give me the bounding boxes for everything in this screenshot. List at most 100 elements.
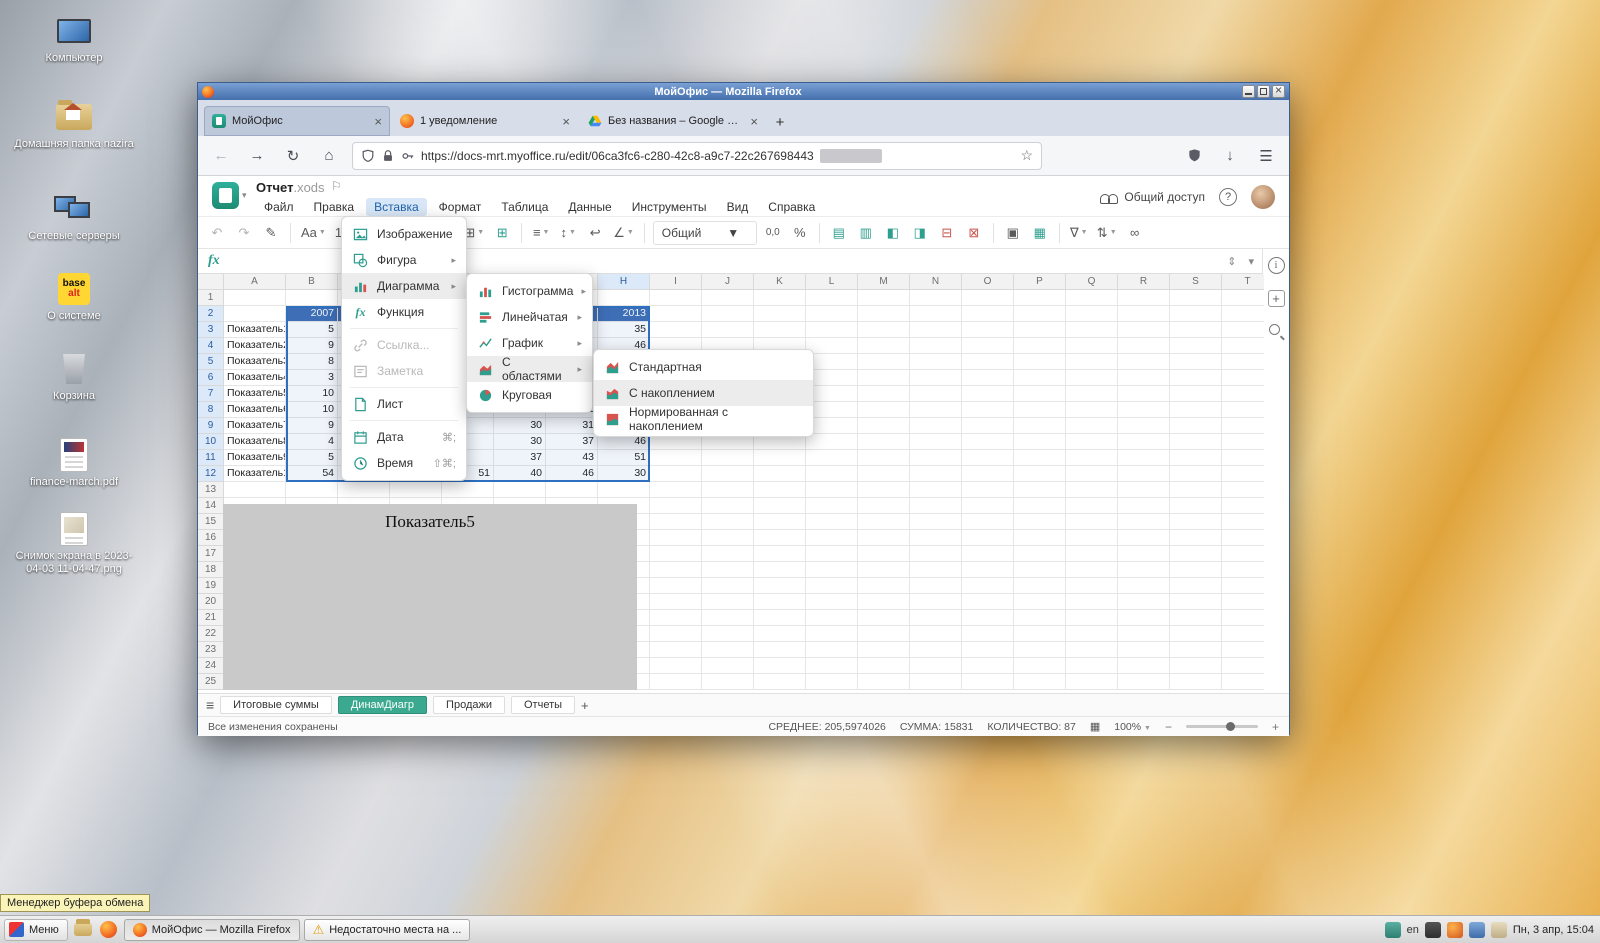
cell-T4[interactable] bbox=[1222, 338, 1264, 354]
cell-T16[interactable] bbox=[1222, 530, 1264, 546]
insert-column-left-button[interactable] bbox=[882, 221, 904, 245]
cell-Q11[interactable] bbox=[1066, 450, 1118, 466]
fx-icon[interactable]: fx bbox=[208, 253, 220, 269]
menu-item-time[interactable]: Время ⇧⌘; bbox=[342, 450, 466, 476]
menu-item-area-stacked[interactable]: С накоплением bbox=[594, 380, 813, 406]
cell-N18[interactable] bbox=[910, 562, 962, 578]
cell-N6[interactable] bbox=[910, 370, 962, 386]
cell-R19[interactable] bbox=[1118, 578, 1170, 594]
cell-C13[interactable] bbox=[338, 482, 390, 498]
cell-H11[interactable]: 51 bbox=[598, 450, 650, 466]
desktop-icon-network-servers[interactable]: Сетевые серверы bbox=[8, 192, 140, 243]
cell-M16[interactable] bbox=[858, 530, 910, 546]
cell-B8[interactable]: 10 bbox=[286, 402, 338, 418]
maximize-button[interactable] bbox=[1257, 85, 1270, 98]
firefox-launcher[interactable] bbox=[98, 919, 120, 941]
cell-N11[interactable] bbox=[910, 450, 962, 466]
cell-Q18[interactable] bbox=[1066, 562, 1118, 578]
cell-T21[interactable] bbox=[1222, 610, 1264, 626]
url-bar[interactable]: https://docs-mrt.myoffice.ru/edit/06ca3f… bbox=[352, 142, 1042, 170]
cell-T9[interactable] bbox=[1222, 418, 1264, 434]
cell-B2[interactable]: 2007 bbox=[286, 306, 338, 322]
cell-R15[interactable] bbox=[1118, 514, 1170, 530]
cell-O23[interactable] bbox=[962, 642, 1014, 658]
cell-T8[interactable] bbox=[1222, 402, 1264, 418]
cell-L18[interactable] bbox=[806, 562, 858, 578]
cell-R13[interactable] bbox=[1118, 482, 1170, 498]
cell-M19[interactable] bbox=[858, 578, 910, 594]
cell-N20[interactable] bbox=[910, 594, 962, 610]
cell-T5[interactable] bbox=[1222, 354, 1264, 370]
cell-R6[interactable] bbox=[1118, 370, 1170, 386]
avatar[interactable] bbox=[1251, 185, 1275, 209]
cell-L11[interactable] bbox=[806, 450, 858, 466]
cell-P18[interactable] bbox=[1014, 562, 1066, 578]
cell-P12[interactable] bbox=[1014, 466, 1066, 482]
cell-Q16[interactable] bbox=[1066, 530, 1118, 546]
cell-S9[interactable] bbox=[1170, 418, 1222, 434]
cell-A13[interactable] bbox=[224, 482, 286, 498]
cell-P15[interactable] bbox=[1014, 514, 1066, 530]
cell-O22[interactable] bbox=[962, 626, 1014, 642]
undo-button[interactable] bbox=[206, 221, 228, 245]
menu-data[interactable]: Данные bbox=[560, 198, 619, 216]
cell-L23[interactable] bbox=[806, 642, 858, 658]
cell-P6[interactable] bbox=[1014, 370, 1066, 386]
decimal-style-button[interactable] bbox=[762, 221, 784, 245]
column-header-Q[interactable]: Q bbox=[1066, 274, 1118, 290]
cell-J23[interactable] bbox=[702, 642, 754, 658]
cell-S20[interactable] bbox=[1170, 594, 1222, 610]
font-family-dropdown[interactable]: Aa▼ bbox=[299, 221, 328, 245]
cell-S14[interactable] bbox=[1170, 498, 1222, 514]
cell-I20[interactable] bbox=[650, 594, 702, 610]
cell-L19[interactable] bbox=[806, 578, 858, 594]
tray-keyboard-icon[interactable] bbox=[1425, 922, 1441, 938]
cell-R8[interactable] bbox=[1118, 402, 1170, 418]
cell-O6[interactable] bbox=[962, 370, 1014, 386]
cell-J21[interactable] bbox=[702, 610, 754, 626]
chart-placeholder[interactable]: Показатель5 bbox=[223, 504, 637, 690]
freeze-panes-button[interactable] bbox=[1002, 221, 1024, 245]
cell-J25[interactable] bbox=[702, 674, 754, 690]
cell-Q4[interactable] bbox=[1066, 338, 1118, 354]
cell-S5[interactable] bbox=[1170, 354, 1222, 370]
cell-K25[interactable] bbox=[754, 674, 806, 690]
number-format-dropdown[interactable]: Общий▼ bbox=[653, 221, 757, 245]
cell-J24[interactable] bbox=[702, 658, 754, 674]
row-header-17[interactable]: 17 bbox=[198, 546, 224, 562]
desktop-icon-trash[interactable]: Корзина bbox=[8, 352, 140, 403]
cell-N3[interactable] bbox=[910, 322, 962, 338]
cell-I2[interactable] bbox=[650, 306, 702, 322]
cell-J13[interactable] bbox=[702, 482, 754, 498]
cell-M5[interactable] bbox=[858, 354, 910, 370]
cell-B10[interactable]: 4 bbox=[286, 434, 338, 450]
cell-K24[interactable] bbox=[754, 658, 806, 674]
close-button[interactable] bbox=[1272, 85, 1285, 98]
cell-P19[interactable] bbox=[1014, 578, 1066, 594]
cell-T15[interactable] bbox=[1222, 514, 1264, 530]
row-header-21[interactable]: 21 bbox=[198, 610, 224, 626]
cell-R18[interactable] bbox=[1118, 562, 1170, 578]
tab-close-icon[interactable] bbox=[374, 114, 382, 129]
cell-M25[interactable] bbox=[858, 674, 910, 690]
sheet-tab-sales[interactable]: Продажи bbox=[433, 696, 505, 714]
column-header-N[interactable]: N bbox=[910, 274, 962, 290]
text-orientation-button[interactable]: ▼ bbox=[611, 221, 636, 245]
menu-item-function[interactable]: Функция bbox=[342, 299, 466, 325]
row-header-9[interactable]: 9 bbox=[198, 418, 224, 434]
row-header-1[interactable]: 1 bbox=[198, 290, 224, 306]
sheet-tab-reports[interactable]: Отчеты bbox=[511, 696, 575, 714]
forward-icon[interactable]: → bbox=[244, 143, 270, 169]
cell-I11[interactable] bbox=[650, 450, 702, 466]
cell-S16[interactable] bbox=[1170, 530, 1222, 546]
menu-item-bar[interactable]: Линейчатая bbox=[467, 304, 592, 330]
insert-link-button[interactable] bbox=[1124, 221, 1146, 245]
cell-J15[interactable] bbox=[702, 514, 754, 530]
horizontal-align-button[interactable]: ▼ bbox=[530, 221, 552, 245]
cell-O11[interactable] bbox=[962, 450, 1014, 466]
desktop-icon-home-folder[interactable]: Домашняя папка nazira bbox=[8, 100, 140, 151]
zoom-slider-knob[interactable] bbox=[1226, 722, 1235, 731]
cell-I18[interactable] bbox=[650, 562, 702, 578]
cell-N13[interactable] bbox=[910, 482, 962, 498]
cell-T19[interactable] bbox=[1222, 578, 1264, 594]
